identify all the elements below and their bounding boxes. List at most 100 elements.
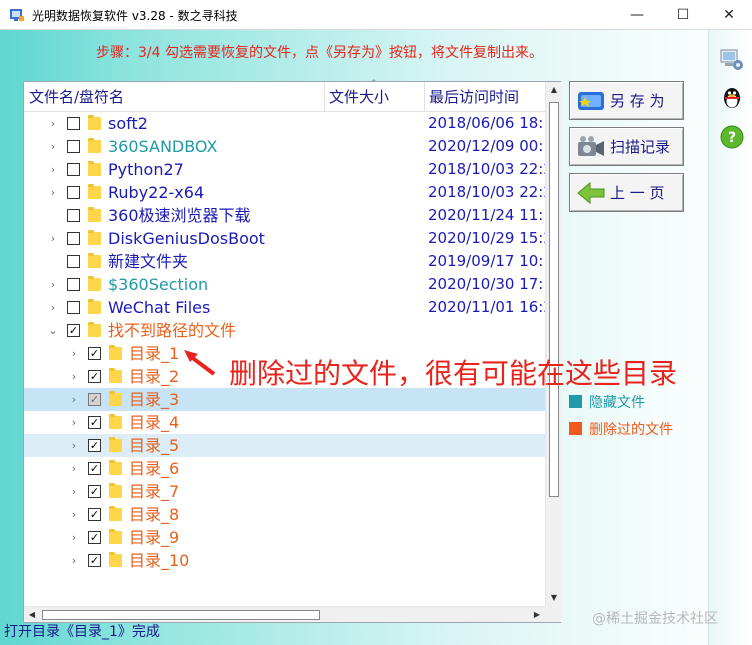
row-checkbox[interactable]: [67, 301, 80, 314]
folder-icon: [109, 437, 122, 452]
scroll-down-icon[interactable]: ▼: [546, 590, 562, 606]
maximize-button[interactable]: ☐: [660, 0, 706, 30]
save-as-button[interactable]: 另 存 为: [569, 81, 684, 120]
help-icon[interactable]: ?: [719, 124, 745, 150]
save-icon: [578, 92, 604, 110]
row-checkbox[interactable]: ✓: [88, 416, 101, 429]
table-row[interactable]: › Python27 2018/10/03 22:2: [24, 158, 545, 181]
row-checkbox[interactable]: ✓: [88, 347, 101, 360]
prev-page-button[interactable]: 上 一 页: [569, 173, 684, 212]
row-checkbox[interactable]: [67, 140, 80, 153]
table-row[interactable]: › ✓ 目录_10: [24, 549, 545, 572]
table-row[interactable]: › DiskGeniusDosBoot 2020/10/29 15:2: [24, 227, 545, 250]
row-checkbox[interactable]: ✓: [88, 370, 101, 383]
horizontal-scrollbar[interactable]: ◀ ▶: [24, 606, 545, 622]
row-checkbox[interactable]: ✓: [88, 531, 101, 544]
legend-swatch-deleted: [569, 422, 582, 435]
row-date: 2020/10/29 15:2: [428, 229, 545, 247]
row-checkbox[interactable]: ✓: [88, 485, 101, 498]
vertical-scrollbar[interactable]: ▲ ▼: [545, 82, 561, 606]
minimize-button[interactable]: —: [614, 0, 660, 30]
scroll-thumb[interactable]: [549, 102, 559, 497]
chevron-right-icon[interactable]: ›: [48, 232, 58, 245]
chevron-right-icon[interactable]: ›: [69, 439, 79, 452]
chevron-right-icon[interactable]: ›: [69, 416, 79, 429]
table-row[interactable]: 新建文件夹 2019/09/17 10:: [24, 250, 545, 273]
row-checkbox[interactable]: ✓: [88, 508, 101, 521]
folder-icon: [88, 322, 101, 337]
row-date: [428, 480, 545, 503]
folder-icon: [88, 207, 101, 222]
chevron-right-icon[interactable]: ›: [69, 508, 79, 521]
chevron-right-icon[interactable]: ›: [69, 347, 79, 360]
chevron-right-icon[interactable]: ›: [69, 554, 79, 567]
column-header-name[interactable]: 文件名/盘符名: [24, 82, 324, 112]
row-checkbox[interactable]: ✓: [88, 439, 101, 452]
row-checkbox[interactable]: [67, 186, 80, 199]
row-date: 2018/10/03 22:2: [428, 160, 545, 178]
table-row[interactable]: › $360Section 2020/10/30 17:: [24, 273, 545, 296]
table-row[interactable]: ⌄ ✓ 找不到路径的文件: [24, 319, 545, 342]
chevron-right-icon[interactable]: ›: [69, 485, 79, 498]
watermark: @稀土掘金技术社区: [592, 611, 718, 627]
table-row[interactable]: › WeChat Files 2020/11/01 16:2: [24, 296, 545, 319]
computer-settings-icon[interactable]: [719, 46, 745, 72]
scan-record-button[interactable]: 扫描记录: [569, 127, 684, 166]
scroll-up-icon[interactable]: ▲: [546, 82, 562, 98]
chevron-down-icon[interactable]: ⌄: [48, 324, 58, 337]
legend-hidden-files: 隐藏文件: [589, 395, 645, 411]
row-checkbox[interactable]: [67, 209, 80, 222]
chevron-right-icon[interactable]: ›: [69, 531, 79, 544]
row-name: 目录_8: [129, 505, 180, 524]
row-checkbox[interactable]: [67, 117, 80, 130]
folder-icon: [88, 138, 101, 153]
row-checkbox[interactable]: [67, 278, 80, 291]
table-row[interactable]: › ✓ 目录_5: [24, 434, 545, 457]
row-checkbox[interactable]: [67, 232, 80, 245]
folder-icon: [88, 184, 101, 199]
table-row[interactable]: › ✓ 目录_7: [24, 480, 545, 503]
row-date: 2020/11/01 16:2: [428, 298, 545, 316]
row-checkbox[interactable]: ✓: [67, 324, 80, 337]
row-checkbox[interactable]: [67, 163, 80, 176]
table-row[interactable]: › ✓ 目录_8: [24, 503, 545, 526]
chevron-right-icon[interactable]: ›: [48, 278, 58, 291]
table-row[interactable]: › 360SANDBOX 2020/12/09 00:: [24, 135, 545, 158]
back-arrow-icon: [577, 181, 605, 205]
row-name: soft2: [108, 114, 148, 133]
table-row[interactable]: › soft2 2018/06/06 18:: [24, 112, 545, 135]
qq-penguin-icon[interactable]: [719, 84, 745, 110]
folder-icon: [88, 115, 101, 130]
prev-page-label: 上 一 页: [610, 184, 665, 202]
scroll-corner: [545, 606, 561, 622]
chevron-right-icon[interactable]: ›: [69, 393, 79, 406]
table-row[interactable]: › ✓ 目录_9: [24, 526, 545, 549]
row-checkbox[interactable]: ✓: [88, 554, 101, 567]
folder-icon: [109, 506, 122, 521]
row-date: [428, 457, 545, 480]
row-date: 2020/11/24 11:: [428, 206, 544, 224]
row-name: 目录_7: [129, 482, 180, 501]
scroll-thumb-horizontal[interactable]: [42, 610, 320, 620]
chevron-right-icon[interactable]: ›: [69, 370, 79, 383]
row-checkbox[interactable]: ✓: [88, 393, 101, 406]
table-row[interactable]: › ✓ 目录_6: [24, 457, 545, 480]
table-row[interactable]: 360极速浏览器下载 2020/11/24 11:: [24, 204, 545, 227]
table-row[interactable]: › ✓ 目录_4: [24, 411, 545, 434]
chevron-right-icon[interactable]: ›: [48, 117, 58, 130]
row-checkbox[interactable]: ✓: [88, 462, 101, 475]
camera-icon: [578, 136, 604, 156]
row-date: [428, 319, 545, 342]
scroll-right-icon[interactable]: ▶: [529, 607, 545, 623]
close-button[interactable]: ✕: [706, 0, 752, 30]
row-date: 2020/12/09 00:: [428, 137, 544, 155]
table-row[interactable]: › Ruby22-x64 2018/10/03 22:2: [24, 181, 545, 204]
minimize-icon: —: [630, 7, 644, 23]
chevron-right-icon[interactable]: ›: [48, 140, 58, 153]
column-header-time[interactable]: 最后访问时间: [424, 82, 545, 112]
chevron-right-icon[interactable]: ›: [69, 462, 79, 475]
chevron-right-icon[interactable]: ›: [48, 301, 58, 314]
chevron-right-icon[interactable]: ›: [48, 186, 58, 199]
row-checkbox[interactable]: [67, 255, 80, 268]
chevron-right-icon[interactable]: ›: [48, 163, 58, 176]
